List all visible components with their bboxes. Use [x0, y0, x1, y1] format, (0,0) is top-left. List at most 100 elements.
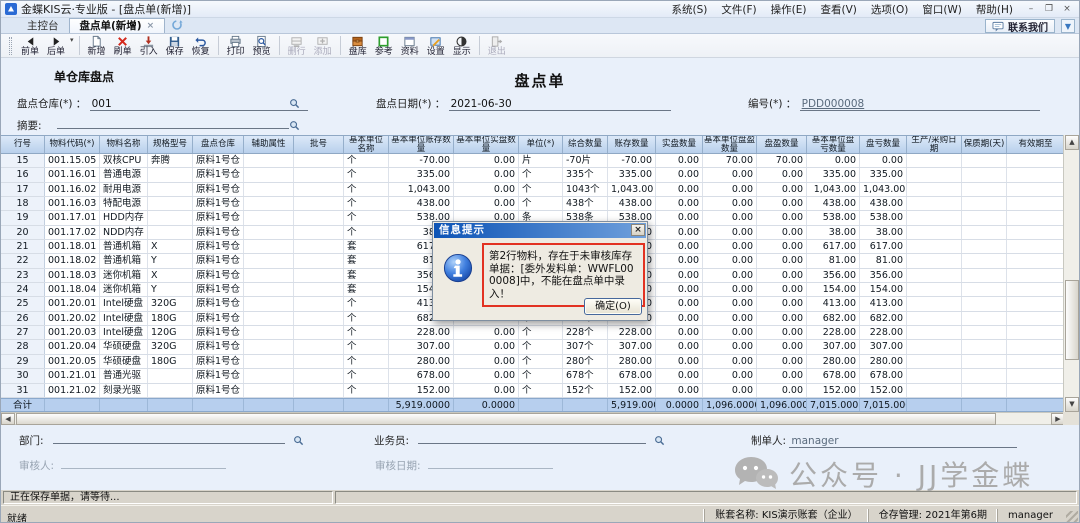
- toolbar-button-print[interactable]: 打印: [223, 34, 249, 57]
- menubar-item[interactable]: 系统(S): [672, 2, 708, 17]
- close-icon[interactable]: ×: [1061, 3, 1073, 15]
- horizontal-scroll-thumb[interactable]: [16, 413, 996, 425]
- grid-cell[interactable]: 678个: [563, 369, 608, 382]
- grid-cell[interactable]: [244, 283, 294, 296]
- grid-cell[interactable]: 320G: [148, 340, 193, 353]
- grid-cell[interactable]: 0.00: [757, 340, 807, 353]
- toolbar-button-display[interactable]: 显示: [449, 34, 475, 57]
- number-input[interactable]: PDD000008: [800, 98, 1040, 111]
- grid-cell[interactable]: 0.00: [656, 197, 703, 210]
- grid-cell[interactable]: 438.00: [389, 197, 454, 210]
- grid-cell[interactable]: 原料1号仓: [193, 226, 244, 239]
- grid-cell[interactable]: [907, 340, 962, 353]
- grid-cell[interactable]: [244, 154, 294, 167]
- grid-cell[interactable]: [244, 384, 294, 397]
- grid-cell[interactable]: 1,043.00: [608, 183, 656, 196]
- grid-cell[interactable]: 特配电源: [100, 197, 148, 210]
- grid-cell[interactable]: 320G: [148, 297, 193, 310]
- grid-cell[interactable]: [244, 226, 294, 239]
- grid-cell[interactable]: 0.00: [656, 340, 703, 353]
- grid-cell[interactable]: 678.00: [389, 369, 454, 382]
- grid-cell[interactable]: [907, 154, 962, 167]
- ok-button[interactable]: 确定(O): [584, 298, 642, 315]
- grid-cell[interactable]: 0.00: [454, 168, 519, 181]
- grid-cell[interactable]: [962, 183, 1007, 196]
- grid-cell[interactable]: [244, 183, 294, 196]
- grid-cell[interactable]: [962, 312, 1007, 325]
- grid-cell[interactable]: 0.00: [703, 269, 757, 282]
- grid-cell[interactable]: 81.00: [860, 254, 907, 267]
- grid-cell[interactable]: 0.00: [757, 369, 807, 382]
- grid-cell[interactable]: [1007, 240, 1065, 253]
- grid-cell[interactable]: 个: [344, 384, 389, 397]
- grid-cell[interactable]: 个: [519, 197, 563, 210]
- grid-cell[interactable]: [244, 312, 294, 325]
- grid-cell[interactable]: 0.00: [656, 355, 703, 368]
- grid-cell[interactable]: [294, 154, 344, 167]
- grid-cell[interactable]: 0.00: [757, 355, 807, 368]
- grid-cell[interactable]: 280.00: [608, 355, 656, 368]
- grid-cell[interactable]: [1007, 254, 1065, 267]
- grid-cell[interactable]: 678.00: [807, 369, 860, 382]
- resize-grip[interactable]: [1066, 511, 1078, 523]
- grid-cell[interactable]: 0.00: [656, 226, 703, 239]
- grid-cell[interactable]: 0.00: [656, 297, 703, 310]
- grid-cell[interactable]: [294, 211, 344, 224]
- grid-cell[interactable]: [148, 384, 193, 397]
- grid-cell[interactable]: 套: [344, 254, 389, 267]
- grid-cell[interactable]: 0.00: [703, 211, 757, 224]
- grid-cell[interactable]: [907, 197, 962, 210]
- grid-cell[interactable]: 0.00: [757, 384, 807, 397]
- grid-cell[interactable]: 0.00: [703, 326, 757, 339]
- grid-cell[interactable]: [907, 183, 962, 196]
- grid-cell[interactable]: [244, 197, 294, 210]
- grid-cell[interactable]: 001.18.03: [45, 269, 100, 282]
- grid-cell[interactable]: 1,043.00: [860, 183, 907, 196]
- grid-cell[interactable]: 001.21.02: [45, 384, 100, 397]
- grid-cell[interactable]: 普通机箱: [100, 254, 148, 267]
- grid-cell[interactable]: 438.00: [860, 197, 907, 210]
- grid-cell[interactable]: 0.00: [757, 269, 807, 282]
- grid-cell[interactable]: 682.00: [807, 312, 860, 325]
- grid-cell[interactable]: 001.16.02: [45, 183, 100, 196]
- horizontal-scrollbar[interactable]: ◀ ▶: [1, 412, 1065, 425]
- grid-cell[interactable]: [907, 326, 962, 339]
- dept-lookup-icon[interactable]: [293, 435, 304, 446]
- toolbar-button-delete-doc[interactable]: 刷单: [110, 34, 136, 57]
- menubar-item[interactable]: 窗口(W): [922, 2, 962, 17]
- grid-cell[interactable]: 0.00: [454, 154, 519, 167]
- restore-icon[interactable]: ❐: [1043, 3, 1055, 15]
- clerk-lookup-icon[interactable]: [654, 435, 665, 446]
- dept-input[interactable]: [53, 443, 285, 444]
- grid-cell[interactable]: 413.00: [807, 297, 860, 310]
- toolbar-button-reference[interactable]: 参考: [371, 34, 397, 57]
- grid-cell[interactable]: 个: [519, 369, 563, 382]
- grid-cell[interactable]: 001.17.01: [45, 211, 100, 224]
- grid-cell[interactable]: 152.00: [807, 384, 860, 397]
- grid-cell[interactable]: 617.00: [860, 240, 907, 253]
- grid-cell[interactable]: [962, 369, 1007, 382]
- grid-cell[interactable]: 152.00: [860, 384, 907, 397]
- grid-cell[interactable]: HDD内存: [100, 211, 148, 224]
- warehouse-input[interactable]: 001: [90, 98, 308, 111]
- grid-cell[interactable]: 0.00: [656, 240, 703, 253]
- grid-cell[interactable]: [244, 254, 294, 267]
- grid-cell[interactable]: 原料1号仓: [193, 369, 244, 382]
- grid-cell[interactable]: 280.00: [860, 355, 907, 368]
- contact-us-button[interactable]: 联系我们: [985, 19, 1055, 33]
- grid-cell[interactable]: 个: [344, 297, 389, 310]
- grid-cell[interactable]: [1007, 211, 1065, 224]
- grid-cell[interactable]: [1007, 226, 1065, 239]
- grid-cell[interactable]: 001.15.05: [45, 154, 100, 167]
- grid-cell[interactable]: 0.00: [703, 168, 757, 181]
- grid-cell[interactable]: 280个: [563, 355, 608, 368]
- grid-cell[interactable]: [294, 168, 344, 181]
- grid-cell[interactable]: Intel硬盘: [100, 297, 148, 310]
- grid-cell[interactable]: [1007, 154, 1065, 167]
- grid-cell[interactable]: [244, 326, 294, 339]
- grid-cell[interactable]: 0.00: [703, 240, 757, 253]
- grid-cell[interactable]: [962, 384, 1007, 397]
- grid-cell[interactable]: 0.00: [656, 254, 703, 267]
- grid-cell[interactable]: -70片: [563, 154, 608, 167]
- grid-cell[interactable]: [294, 369, 344, 382]
